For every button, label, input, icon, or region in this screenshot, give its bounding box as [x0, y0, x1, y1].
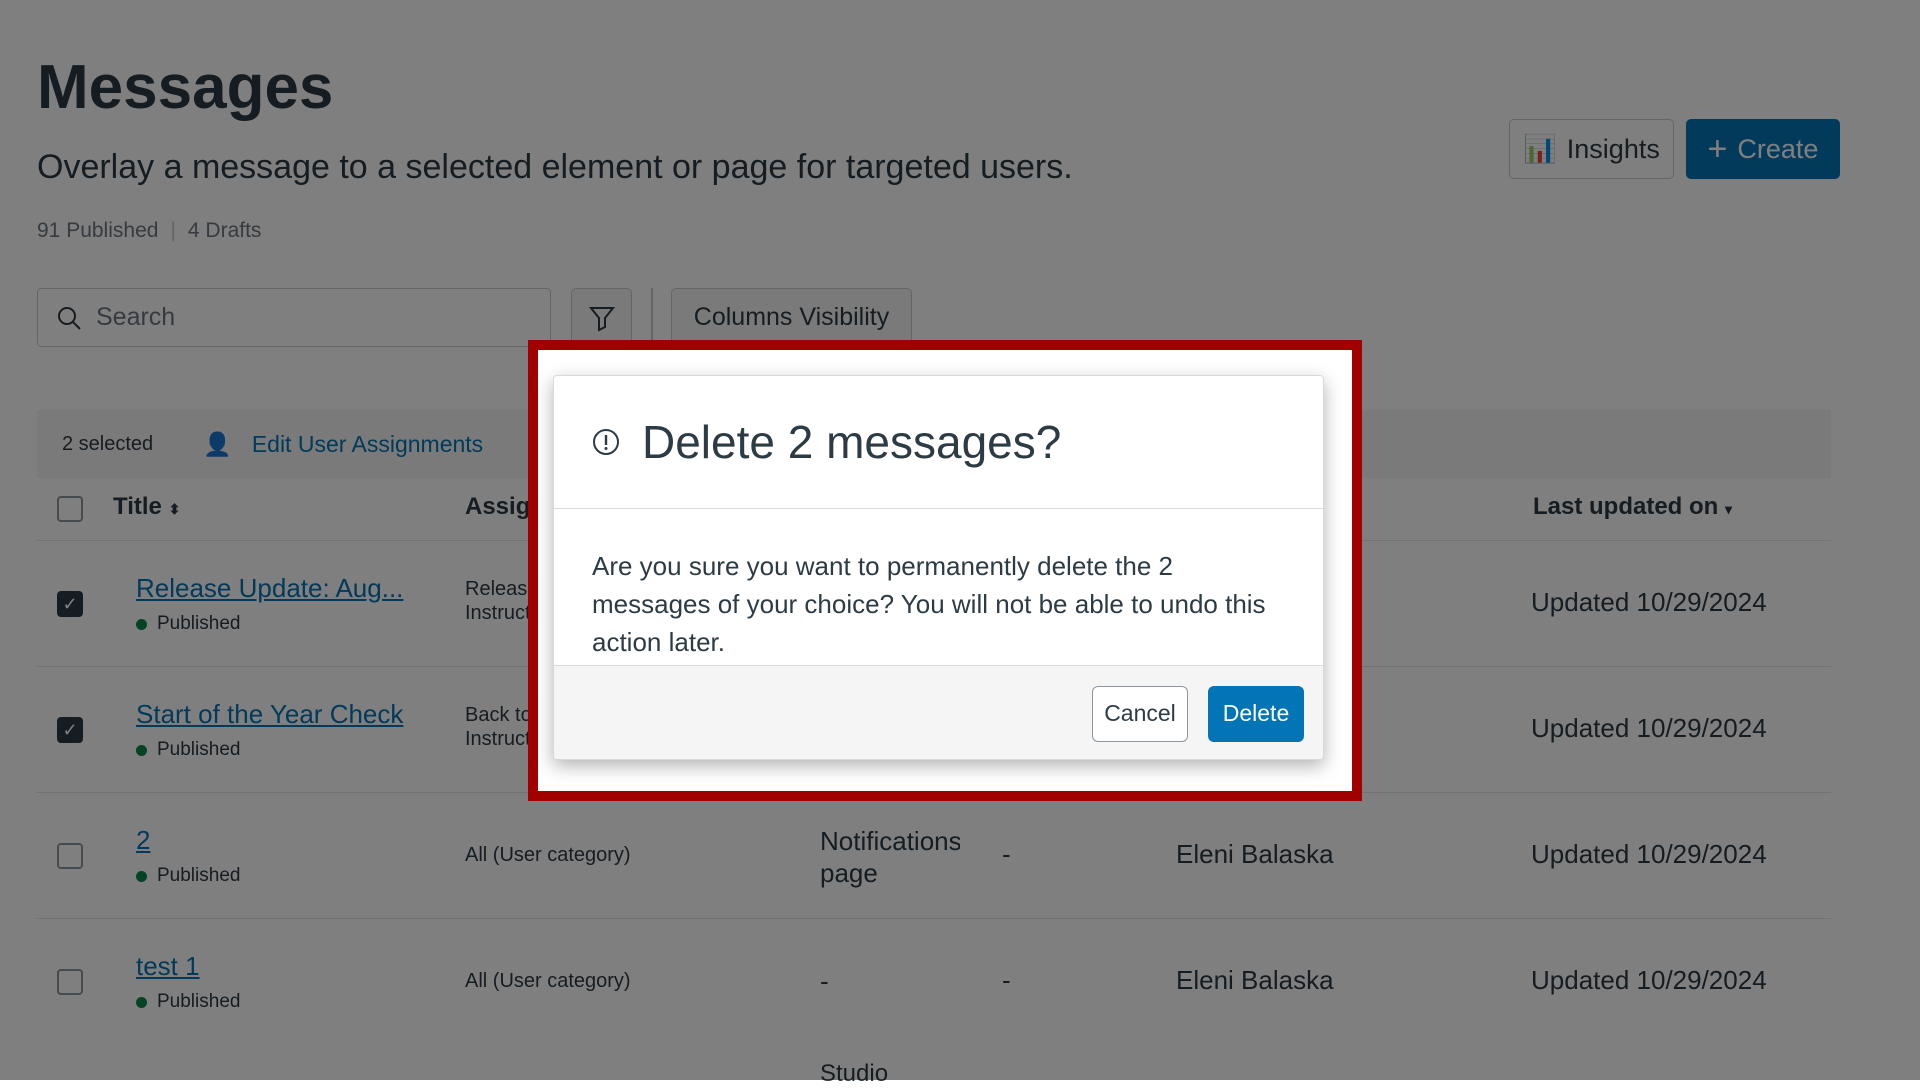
dialog-header: Delete 2 messages?	[554, 376, 1323, 509]
dialog-footer: Cancel Delete	[554, 665, 1323, 759]
dialog-title: Delete 2 messages?	[642, 416, 1062, 468]
cancel-button[interactable]: Cancel	[1092, 685, 1188, 742]
warning-icon	[593, 429, 619, 455]
delete-button[interactable]: Delete	[1208, 685, 1304, 742]
dialog-body: Are you sure you want to permanently del…	[592, 551, 1266, 657]
delete-dialog: Delete 2 messages? Are you sure you want…	[553, 375, 1324, 760]
